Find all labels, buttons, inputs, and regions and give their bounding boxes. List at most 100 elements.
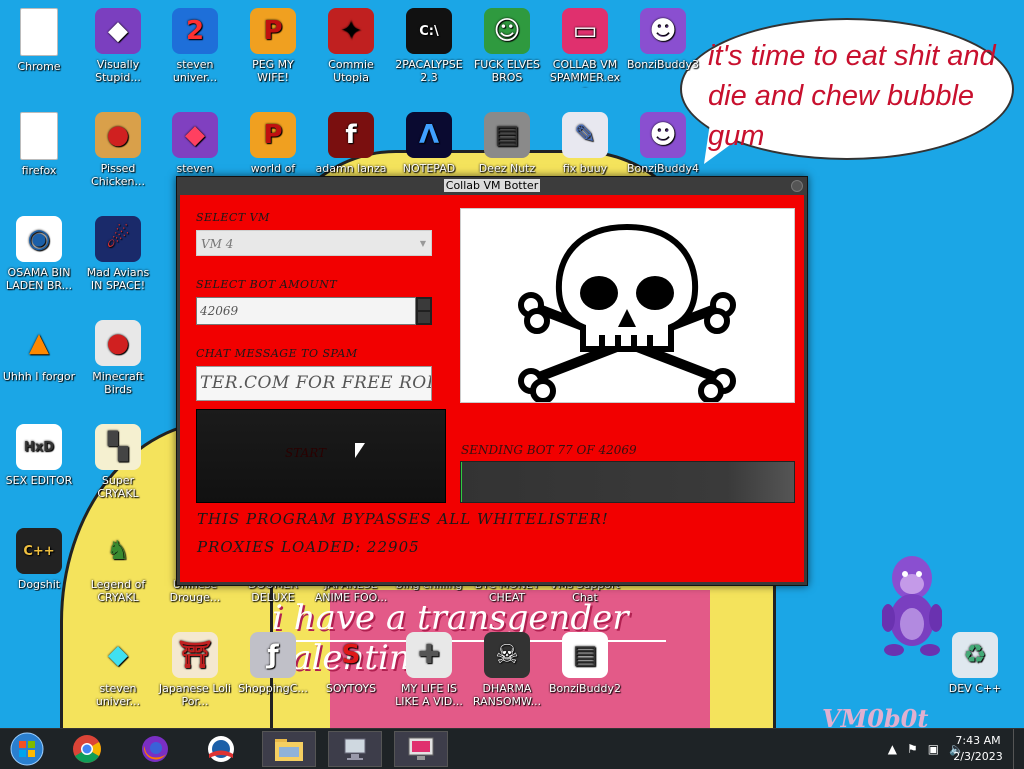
taskbar-chrome[interactable] [60, 731, 114, 767]
window-titlebar[interactable]: Collab VM Botter [177, 177, 807, 195]
desktop-icon[interactable]: ● Minecraft Birds [81, 320, 155, 396]
flash-icon: f [328, 112, 374, 158]
skull-icon: ☠ [484, 632, 530, 678]
bot-amount-input[interactable]: 42069 [196, 297, 416, 325]
desktop-icon[interactable]: HxD SEX EDITOR [2, 424, 76, 487]
desktop-icon[interactable]: ◆ steven [158, 112, 232, 175]
desktop-icon-label: BonziBuddy4 [626, 162, 700, 175]
desktop-icon[interactable]: ▭ COLLAB VM SPAMMER.exe [548, 8, 622, 88]
desktop-icon[interactable]: ▲ Uhhh I forgor [2, 320, 76, 384]
stepper-up-button[interactable] [418, 299, 430, 310]
bot-progress-bar [460, 461, 795, 503]
desktop-icon[interactable]: firefox [2, 112, 76, 177]
desktop-icon-label: FUCK ELVES BROS [473, 58, 541, 84]
chat-message-label: CHAT MESSAGE TO SPAM [196, 347, 358, 360]
start-button[interactable] [0, 731, 54, 767]
vm-select-dropdown[interactable]: VM 4 ▼ [196, 230, 432, 256]
clock-date: 2/3/2023 [953, 750, 1003, 763]
pegasus-icon: P [250, 112, 296, 158]
desktop-icon[interactable]: ☠ DHARMA RANSOMW... [470, 632, 544, 708]
desktop-icon[interactable]: C:\ 2PACALYPSE 2.3 [392, 8, 466, 84]
document-icon: ▤ [562, 632, 608, 678]
desktop-icon[interactable]: ƒ ShoppingC... [236, 632, 310, 695]
desktop-icon-label: adamn lanza [315, 162, 387, 175]
desktop-icon[interactable]: ◆ steven univer... [81, 632, 155, 709]
desktop-icon-label: Commie Utopia [328, 58, 374, 84]
desktop-icon[interactable]: ♻ DEV C++ [938, 632, 1012, 695]
desktop-icon-label: Super CRYAKL [97, 474, 139, 500]
desktop-icon[interactable]: ✎ fix buuy [548, 112, 622, 175]
angry-birds-seasons-icon: ● [95, 112, 141, 158]
zelda-icon: ♞ [106, 535, 130, 566]
taskbar-firefox[interactable] [128, 731, 182, 767]
network-icon[interactable]: ▣ [928, 742, 939, 756]
bypass-notice: THIS PROGRAM BYPASSES ALL WHITELISTER! [197, 510, 609, 528]
desktop-icon-label: SEX EDITOR [5, 474, 73, 487]
folder-icon [275, 739, 303, 761]
number-two-icon: 2 [172, 8, 218, 54]
close-icon[interactable] [791, 180, 803, 192]
vlc-cone-icon: ▲ [29, 327, 49, 358]
desktop-icon[interactable]: 2 steven univer... [158, 8, 232, 84]
desktop-icon[interactable]: P PEG MY WIFE! [236, 8, 310, 84]
chrome-icon [73, 735, 101, 763]
desktop-icon[interactable]: ◉ OSAMA BIN LADEN BR... [2, 216, 76, 292]
computer-icon [344, 738, 366, 760]
desktop-icon[interactable]: Pworld of [236, 112, 310, 175]
desktop-icon[interactable]: ☄ Mad Avians IN SPACE! [81, 216, 155, 292]
chevron-up-icon[interactable]: ▲ [888, 742, 897, 756]
desktop-icon-label: COLLAB VM SPAMMER.exe [549, 58, 621, 88]
desktop-icon[interactable]: ◆ Visually Stupid... [81, 8, 155, 84]
hex-editor-icon: HxD [16, 424, 62, 470]
desktop-icon[interactable]: C++ Dogshit [2, 528, 76, 591]
desktop-icon[interactable]: ☻ BonziBuddy3 [626, 8, 700, 71]
taskbar-collab-vm-spammer[interactable] [394, 731, 448, 767]
desktop-icon-label: DHARMA RANSOMW... [472, 682, 542, 708]
stepper-down-button[interactable] [418, 312, 430, 323]
taskbar-network-app[interactable] [328, 731, 382, 767]
taskbar-obama-app[interactable] [194, 731, 248, 767]
big-s-icon: S [341, 639, 361, 670]
chat-message-input[interactable]: TER.COM FOR FREE ROBUX [196, 366, 432, 401]
desktop-icon-label: ShoppingC... [238, 682, 308, 695]
desktop-icon[interactable]: Chrome [2, 8, 76, 73]
desktop-icon[interactable]: ● Pissed Chicken... [81, 112, 155, 188]
desktop-icon-label: DEV C++ [948, 682, 1002, 695]
desktop-icon-label: Pissed Chicken... [91, 162, 145, 188]
desktop-icon[interactable]: ▤ BonziBuddy2 [548, 632, 622, 695]
blank-file-icon [20, 8, 58, 56]
desktop-icon-label: steven [176, 162, 214, 175]
desktop-icon[interactable]: ☺ FUCK ELVES BROS [470, 8, 544, 84]
desktop-icon[interactable]: ⛩ Japanese Loli Por... [158, 632, 232, 708]
desktop-icon[interactable]: f adamn lanza [314, 112, 388, 175]
desktop-icon[interactable]: ✚ MY LIFE IS LIKE A VID... [392, 632, 466, 708]
desktop-icon[interactable]: ▤ Deez Nutz [470, 112, 544, 175]
pixel-art-icon: ▚ [95, 424, 141, 470]
clock-time: 7:43 AM [955, 734, 1001, 747]
sending-status: SENDING BOT 77 OF 42069 [461, 443, 637, 457]
clock[interactable]: 7:43 AM 2/3/2023 [948, 733, 1008, 765]
start-button[interactable]: START [196, 409, 446, 503]
torii-icon: ⛩ [172, 632, 218, 678]
windows-orb-icon [10, 732, 44, 766]
desktop-icon-label: fix buuy [562, 162, 608, 175]
taskbar-explorer[interactable] [262, 731, 316, 767]
desktop-icon[interactable]: ♞ Legend of CRYAKL [81, 528, 155, 605]
desktop-icon-label: Legend of CRYAKL [90, 578, 146, 604]
desktop-icon[interactable]: Λ NOTEPAD [392, 112, 466, 175]
desktop-icon-label: NOTEPAD [402, 162, 456, 175]
visual-studio-icon: ◆ [95, 8, 141, 54]
bonzi-gorilla-icon[interactable] [882, 548, 942, 660]
show-desktop-button[interactable] [1013, 729, 1024, 769]
desktop-icon-label: steven univer... [172, 58, 218, 84]
desktop-icon-label: SOYTOYS [325, 682, 377, 695]
desktop-icon[interactable]: ☻ BonziBuddy4 [626, 112, 700, 175]
chevron-down-icon[interactable]: ▼ [420, 231, 426, 257]
collab-vm-botter-window[interactable]: Collab VM Botter SELECT VM VM 4 ▼ SELECT… [176, 176, 808, 586]
desktop-icon-label: Chrome [17, 60, 61, 73]
desktop-icon[interactable]: S SOYTOYS [314, 632, 388, 696]
desktop-icon-label: 2PACALYPSE 2.3 [395, 58, 463, 84]
desktop-icon[interactable]: ✦ Commie Utopia [314, 8, 388, 84]
flag-icon[interactable]: ⚑ [907, 742, 918, 756]
desktop-icon[interactable]: ▚ Super CRYAKL [81, 424, 155, 500]
